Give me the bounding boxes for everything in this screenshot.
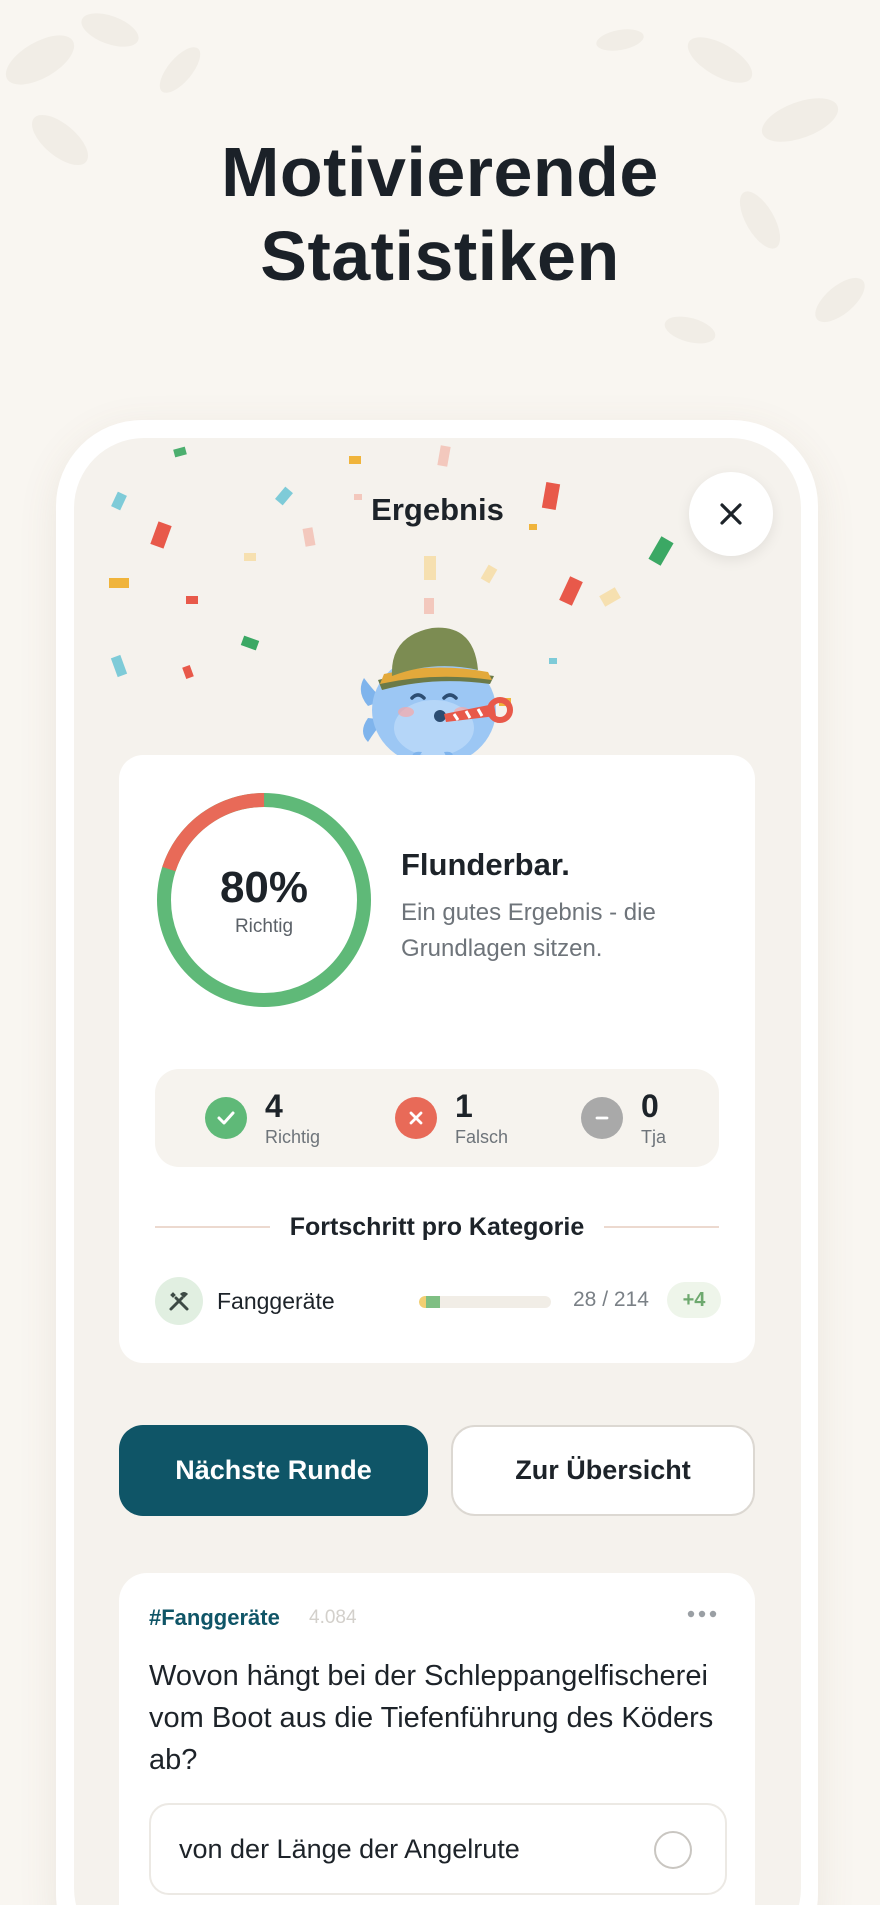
answer-text: von der Länge der Angelrute	[179, 1834, 520, 1864]
stats-summary: 4 Richtig 1 Falsch 0 Tja	[155, 1069, 719, 1167]
close-icon	[720, 503, 742, 525]
stat-correct: 4 Richtig	[205, 1085, 320, 1151]
score-label: Richtig	[234, 916, 294, 937]
stat-skipped-value: 0	[641, 1088, 659, 1124]
category-delta-badge: +4	[667, 1282, 721, 1318]
stat-wrong-label: Falsch	[455, 1127, 509, 1147]
category-count: 28 / 214	[573, 1288, 649, 1311]
question-card: #Fanggeräte 4.084 Wovon hängt bei der Sc…	[119, 1573, 755, 1905]
category-progress-bar	[419, 1296, 551, 1308]
headline-line-2: Statistiken	[260, 217, 620, 295]
minus-icon	[581, 1097, 623, 1139]
overview-button[interactable]: Zur Übersicht	[451, 1425, 755, 1516]
result-card: 80% Richtig Flunderbar. Ein gutes Ergebn…	[119, 755, 755, 1363]
question-text: Wovon hängt bei der Schleppangelfischere…	[149, 1660, 714, 1776]
question-views: 4.084	[309, 1607, 357, 1628]
category-row[interactable]: Fanggeräte 28 / 214 +4	[155, 1277, 721, 1327]
check-icon	[205, 1097, 247, 1139]
progress-title: Fortschritt pro Kategorie	[289, 1212, 585, 1241]
stat-skipped: 0 Tja	[581, 1085, 666, 1151]
fish-mascot	[360, 627, 513, 766]
verdict-title: Flunderbar.	[401, 847, 570, 882]
verdict-text: Ein gutes Ergebnis - die Grundlagen sitz…	[401, 899, 656, 962]
stat-wrong-value: 1	[455, 1088, 473, 1124]
stat-correct-label: Richtig	[265, 1127, 321, 1147]
next-round-button[interactable]: Nächste Runde	[119, 1425, 428, 1516]
category-progress-new	[425, 1296, 441, 1308]
divider-left	[155, 1226, 270, 1228]
more-icon[interactable]	[687, 1609, 717, 1619]
score-percent: 80%	[219, 863, 309, 912]
headline-line-1: Motivierende	[221, 133, 659, 211]
cross-icon	[395, 1097, 437, 1139]
progress-heading: Fortschritt pro Kategorie	[155, 1207, 720, 1247]
stat-correct-value: 4	[265, 1088, 283, 1124]
answer-radio[interactable]	[654, 1831, 692, 1869]
stat-wrong: 1 Falsch	[395, 1085, 508, 1151]
category-name: Fanggeräte	[217, 1288, 335, 1314]
answer-option[interactable]: von der Länge der Angelrute	[149, 1803, 727, 1895]
divider-right	[604, 1226, 720, 1228]
question-tag[interactable]: #Fanggeräte	[149, 1605, 280, 1631]
result-screen: Ergebnis 80% Richtig Flunderbar. Ein gut…	[74, 438, 801, 1905]
score-ring-text: 80% Richtig	[155, 791, 373, 1009]
headline: Motivierende Statistiken	[0, 130, 880, 298]
close-button[interactable]	[689, 472, 773, 556]
stat-skipped-label: Tja	[641, 1127, 667, 1147]
tools-icon	[155, 1277, 203, 1325]
